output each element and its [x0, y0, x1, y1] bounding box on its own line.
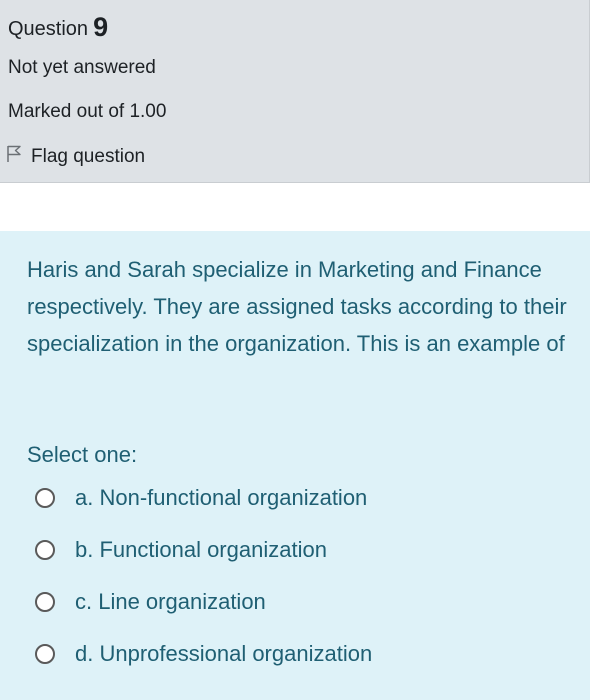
radio-button-c[interactable] — [35, 592, 55, 612]
answer-option-a[interactable]: a. Non-functional organization — [35, 483, 367, 513]
question-state: Not yet answered — [8, 57, 156, 78]
question-label: Question — [8, 18, 89, 40]
question-text: Haris and Sarah specialize in Marketing … — [27, 257, 567, 356]
radio-button-d[interactable] — [35, 644, 55, 664]
answer-option-label[interactable]: b. Functional organization — [75, 537, 327, 563]
flag-outline-icon — [6, 145, 31, 169]
question-info-panel: Question 9 Not yet answered Marked out of… — [0, 0, 590, 183]
radio-button-a[interactable] — [35, 488, 55, 508]
answer-option-c[interactable]: c. Line organization — [35, 587, 266, 617]
question-number: 9 — [93, 12, 109, 42]
answer-option-label[interactable]: c. Line organization — [75, 589, 266, 615]
select-one-prompt: Select one: — [27, 442, 138, 467]
question-number-heading: Question 9 — [8, 14, 108, 41]
flag-question-button[interactable]: Flag question — [6, 145, 145, 169]
answer-option-label[interactable]: a. Non-functional organization — [75, 485, 367, 511]
answer-option-d[interactable]: d. Unprofessional organization — [35, 639, 372, 669]
radio-button-b[interactable] — [35, 540, 55, 560]
answer-option-b[interactable]: b. Functional organization — [35, 535, 327, 565]
answer-option-label[interactable]: d. Unprofessional organization — [75, 641, 372, 667]
question-grade: Marked out of 1.00 — [8, 101, 167, 122]
flag-question-label: Flag question — [31, 146, 146, 167]
